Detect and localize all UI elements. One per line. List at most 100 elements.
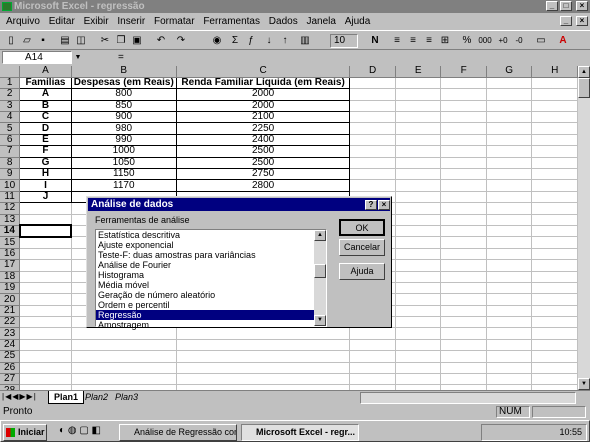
row-header[interactable]: 26: [0, 362, 21, 375]
cell[interactable]: [486, 179, 533, 192]
list-item[interactable]: Estatística descritiva: [96, 230, 326, 240]
function-icon[interactable]: ƒ: [244, 34, 258, 48]
cell[interactable]: [486, 316, 533, 329]
cell[interactable]: C: [19, 111, 72, 124]
row-header[interactable]: 13: [0, 214, 21, 226]
cell[interactable]: [486, 339, 533, 352]
row-header[interactable]: 25: [0, 350, 21, 363]
list-item[interactable]: Média móvel: [96, 280, 326, 290]
cell[interactable]: 2500: [175, 156, 351, 170]
cell[interactable]: [176, 350, 351, 363]
cell[interactable]: [349, 77, 396, 90]
tab-plan1[interactable]: Plan1: [48, 391, 85, 404]
list-scroll-up-icon[interactable]: ▲: [314, 230, 326, 241]
cell[interactable]: [440, 362, 487, 375]
cell[interactable]: H: [19, 167, 72, 181]
cell[interactable]: [19, 316, 72, 329]
dialog-help-button[interactable]: ?: [365, 200, 377, 210]
open-icon[interactable]: ▱: [20, 34, 34, 48]
cell[interactable]: [395, 88, 442, 101]
cell[interactable]: [486, 77, 533, 90]
cell[interactable]: [486, 157, 533, 170]
row-header[interactable]: 15: [0, 236, 21, 249]
cell[interactable]: [395, 77, 442, 90]
cell[interactable]: [531, 225, 578, 238]
cell[interactable]: 2100: [175, 111, 351, 124]
row-header[interactable]: 19: [0, 282, 21, 295]
cell[interactable]: [349, 122, 396, 135]
menu-formatar[interactable]: Formatar: [154, 14, 195, 30]
cell[interactable]: [486, 236, 533, 249]
cell[interactable]: [531, 191, 578, 204]
cell[interactable]: [486, 191, 533, 204]
column-header[interactable]: C: [176, 66, 351, 78]
row-header[interactable]: 5: [0, 122, 21, 135]
cell[interactable]: [531, 305, 578, 318]
list-item[interactable]: Regressão: [96, 310, 326, 320]
cell[interactable]: [440, 316, 487, 329]
cut-icon[interactable]: ✂: [98, 34, 112, 48]
cell[interactable]: [395, 111, 442, 124]
cell[interactable]: [395, 122, 442, 135]
cell[interactable]: [349, 373, 396, 386]
tab-scroll-icons[interactable]: |◀◀▶▶|: [2, 392, 37, 401]
paste-icon[interactable]: ▣: [130, 34, 144, 48]
cell[interactable]: [395, 339, 442, 352]
taskbar-item-word[interactable]: Análise de Regressão com...: [119, 424, 237, 441]
menu-editar[interactable]: Editar: [49, 14, 75, 30]
cell[interactable]: 2750: [175, 167, 351, 181]
cell[interactable]: [531, 293, 578, 306]
sort-desc-icon[interactable]: ↑: [278, 34, 292, 48]
cell[interactable]: [531, 100, 578, 113]
sort-asc-icon[interactable]: ↓: [262, 34, 276, 48]
cell[interactable]: [486, 100, 533, 113]
cell[interactable]: [395, 236, 442, 249]
cell[interactable]: [486, 373, 533, 386]
cell[interactable]: J: [19, 190, 72, 204]
print-icon[interactable]: ▤: [58, 34, 72, 48]
cell[interactable]: [486, 350, 533, 363]
quicklaunch-icons[interactable]: ◐ ◍ ▢ ◧: [59, 425, 101, 436]
cell[interactable]: [531, 145, 578, 158]
cell[interactable]: [440, 350, 487, 363]
cell[interactable]: [19, 373, 72, 386]
cell[interactable]: 2500: [175, 145, 351, 158]
row-header[interactable]: 22: [0, 316, 21, 329]
cell[interactable]: [440, 271, 487, 283]
list-item[interactable]: Ordem e percentil: [96, 300, 326, 310]
row-header[interactable]: 14: [0, 225, 21, 238]
cell[interactable]: 2250: [175, 122, 351, 135]
cell[interactable]: [531, 157, 578, 170]
name-box[interactable]: A14: [2, 51, 72, 64]
bold-icon[interactable]: N: [368, 34, 382, 48]
cell[interactable]: [531, 316, 578, 329]
cell[interactable]: [531, 248, 578, 261]
cell[interactable]: [486, 145, 533, 158]
cell[interactable]: [531, 134, 578, 147]
cell[interactable]: [440, 305, 487, 318]
cell[interactable]: [71, 373, 177, 386]
tab-plan2[interactable]: Plan2: [80, 391, 113, 404]
cell[interactable]: [395, 202, 442, 215]
cell[interactable]: [349, 145, 396, 158]
cell[interactable]: [19, 293, 72, 306]
cell[interactable]: [440, 134, 487, 147]
row-header[interactable]: 12: [0, 202, 21, 215]
cell[interactable]: [349, 168, 396, 181]
cell[interactable]: Renda Familiar Líquida (em Reais): [175, 76, 351, 90]
cell[interactable]: [486, 214, 533, 226]
cell[interactable]: [440, 88, 487, 101]
row-header[interactable]: 4: [0, 111, 21, 124]
cell[interactable]: [395, 179, 442, 192]
menu-janela[interactable]: Janela: [306, 14, 335, 30]
dialog-close-button[interactable]: ×: [378, 200, 390, 210]
select-all-corner[interactable]: [0, 66, 21, 78]
menu-exibir[interactable]: Exibir: [84, 14, 109, 30]
font-size-select[interactable]: 10: [330, 34, 358, 48]
cell[interactable]: [349, 111, 396, 124]
cell[interactable]: [440, 145, 487, 158]
cell[interactable]: E: [19, 133, 72, 147]
cell[interactable]: [19, 214, 72, 226]
column-header[interactable]: E: [395, 66, 442, 78]
row-header[interactable]: 20: [0, 293, 21, 306]
